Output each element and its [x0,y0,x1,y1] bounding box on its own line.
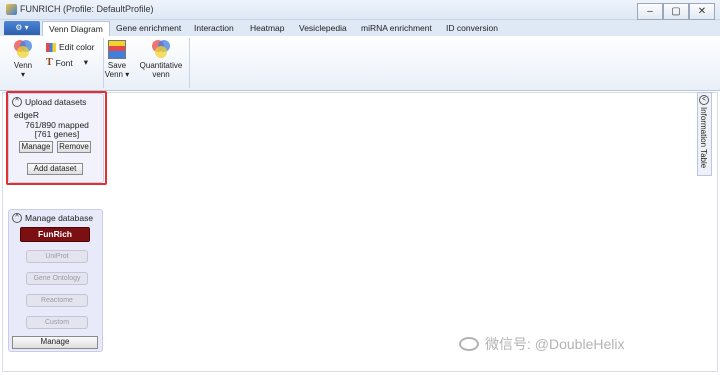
save-label: Save [107,61,127,70]
quantitative-sub-label: venn [152,70,170,79]
app-menu-button[interactable]: ⚙ ▾ [4,21,40,35]
watermark-text: 微信号: @DoubleHelix [485,336,625,352]
quantitative-label: Quantitative [139,61,183,70]
ribbon-tab-bar: ⚙ ▾ Venn Diagram Gene enrichment Interac… [0,20,720,36]
tab-vesiclepedia[interactable]: Vesiclepedia [293,21,353,36]
edit-color-button[interactable]: Edit color [46,42,94,52]
palette-icon [46,42,56,52]
tab-heatmap[interactable]: Heatmap [244,21,291,36]
window-title: FUNRICH (Profile: DefaultProfile) [20,4,154,14]
manage-database-panel: ^ Manage database FunRich UniProt Gene O… [8,209,103,352]
ribbon: Venn ▾ Edit color T Font ▾ Save Venn ▾ Q… [0,36,720,91]
reactome-database-button[interactable]: Reactome [26,294,88,307]
manage-database-header[interactable]: ^ Manage database [12,213,93,223]
font-label: Font [55,57,73,68]
information-table-tab[interactable]: < Information Table [697,92,712,176]
highlight-box [6,91,107,185]
font-button[interactable]: T Font ▾ [46,57,88,68]
custom-database-button[interactable]: Custom [26,316,88,329]
watermark: 微信号: @DoubleHelix [459,334,624,354]
venn-label: Venn [13,61,33,70]
uniprot-database-button[interactable]: UniProt [26,250,88,263]
collapse-icon[interactable]: ^ [12,213,22,223]
tab-venn-diagram[interactable]: Venn Diagram [42,21,110,36]
save-venn-button[interactable]: Save Venn ▾ [104,40,130,79]
venn-canvas[interactable] [2,92,718,372]
ribbon-group-venn: Venn ▾ Edit color T Font ▾ [4,38,104,88]
font-icon: T [46,57,53,68]
gene-ontology-database-button[interactable]: Gene Ontology [26,272,88,285]
maximize-button[interactable]: ▢ [663,3,689,20]
tab-mirna-enrichment[interactable]: miRNA enrichment [355,21,438,36]
quantitative-venn-icon [151,40,171,58]
venn-icon [13,40,33,58]
wechat-icon [459,337,479,351]
expand-left-icon[interactable]: < [699,95,709,105]
manage-database-button[interactable]: Manage [12,336,98,349]
funrich-database-button[interactable]: FunRich [20,227,90,242]
quantitative-venn-button[interactable]: Quantitative venn [134,40,188,79]
minimize-button[interactable]: ‒ [637,3,663,20]
tab-interaction[interactable]: Interaction [188,21,240,36]
save-venn-icon [108,40,126,59]
manage-database-title: Manage database [25,213,94,223]
chevron-down-icon: ▾ [20,70,25,79]
ribbon-group-save: Save Venn ▾ Quantitative venn [104,38,190,88]
tab-gene-enrichment[interactable]: Gene enrichment [110,21,187,36]
title-bar: FUNRICH (Profile: DefaultProfile) ‒ ▢ ✕ [0,0,720,20]
edit-color-label: Edit color [59,42,95,52]
close-button[interactable]: ✕ [689,3,715,20]
venn-button[interactable]: Venn ▾ [10,40,36,79]
chevron-down-icon: ▾ [83,57,88,67]
app-logo-icon [6,4,17,15]
save-sub-label: Venn ▾ [104,70,130,79]
information-table-label: Information Table [699,107,708,169]
tab-id-conversion[interactable]: ID conversion [440,21,504,36]
